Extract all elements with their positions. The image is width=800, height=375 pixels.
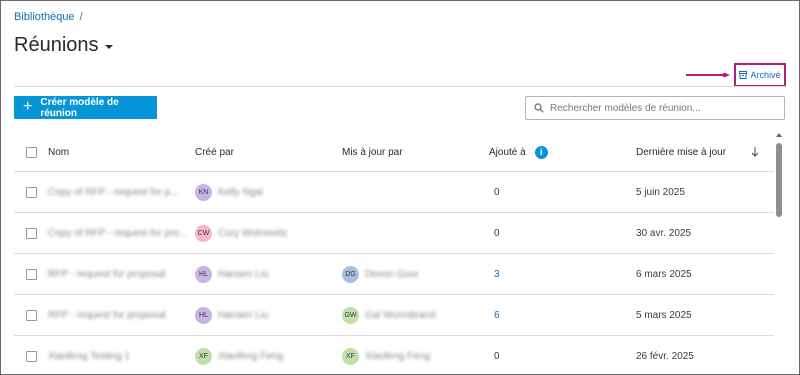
- page-title-dropdown[interactable]: Réunions: [14, 34, 113, 57]
- last-update-date: 26 févr. 2025: [636, 350, 694, 362]
- updated-by-cell: DG Devon Gour: [342, 254, 419, 294]
- row-checkbox[interactable]: [26, 309, 37, 321]
- created-by-cell: CW Cory Wolnewitz: [195, 213, 287, 253]
- create-meeting-template-button[interactable]: + Créer modèle de réunion: [14, 96, 157, 119]
- caret-down-icon: [104, 45, 113, 49]
- column-header-updated-by[interactable]: Mis à jour par: [342, 133, 403, 171]
- avatar: KN: [195, 183, 212, 201]
- scrollbar-thumb[interactable]: [776, 143, 782, 217]
- archive-icon: [739, 71, 748, 79]
- meeting-templates-table: Nom Créé par Mis à jour par Ajouté à i D…: [14, 133, 774, 375]
- template-name[interactable]: Copy of RFP - request for p...: [48, 172, 178, 212]
- creator-name: Cory Wolnewitz: [218, 227, 288, 239]
- updater-name: Gal Wurmbrand: [365, 309, 436, 321]
- creator-name: Xiaofeng Feng: [218, 350, 284, 362]
- annotation-arrow-icon: [686, 73, 730, 77]
- table-row[interactable]: RFP - request for proposal HL Hansen Liu GW…: [14, 295, 774, 336]
- sort-down-arrow-icon[interactable]: [751, 133, 759, 171]
- template-name[interactable]: Xiaofeng Testing 1: [48, 336, 130, 375]
- table-row[interactable]: RFP - request for proposal HL Hansen Liu DG…: [14, 254, 774, 295]
- search-icon: [534, 103, 544, 113]
- column-header-last-update[interactable]: Dernière mise à jour: [636, 133, 726, 171]
- creator-name: Hansen Liu: [218, 268, 269, 280]
- search-placeholder: Rechercher modèles de réunion...: [550, 102, 701, 114]
- added-to-count[interactable]: 6: [494, 295, 500, 335]
- template-name[interactable]: RFP - request for proposal: [48, 254, 166, 294]
- archive-label: Archivé: [750, 70, 781, 80]
- added-to-count[interactable]: 3: [494, 254, 500, 294]
- avatar: HL: [195, 306, 212, 324]
- template-name[interactable]: RFP - request for proposal: [48, 295, 166, 335]
- updated-by-cell: GW Gal Wurmbrand: [342, 295, 435, 335]
- row-checkbox[interactable]: [26, 350, 37, 362]
- last-update-date: 5 juin 2025: [636, 186, 685, 198]
- plus-icon: +: [23, 98, 33, 115]
- column-header-name[interactable]: Nom: [48, 133, 69, 171]
- avatar: GW: [342, 306, 359, 324]
- search-input[interactable]: Rechercher modèles de réunion...: [525, 96, 785, 120]
- table-row[interactable]: Copy of RFP - request for pro... CW Cory W…: [14, 213, 774, 254]
- created-by-cell: HL Hansen Liu: [195, 295, 269, 335]
- last-update-date: 5 mars 2025: [636, 309, 692, 321]
- page-title: Réunions: [14, 34, 99, 56]
- row-checkbox[interactable]: [26, 227, 37, 239]
- info-icon[interactable]: i: [534, 145, 548, 159]
- creator-name: Hansen Liu: [218, 309, 269, 321]
- avatar: HL: [195, 265, 212, 283]
- created-by-cell: KN Kelly Ngai: [195, 172, 263, 212]
- column-header-added-to-cell: Ajouté à i: [489, 133, 548, 171]
- archive-button[interactable]: Archivé: [734, 63, 786, 87]
- breadcrumb-separator: /: [79, 11, 83, 23]
- added-to-count: 0: [494, 350, 500, 362]
- row-checkbox[interactable]: [26, 268, 37, 280]
- select-all-checkbox[interactable]: [26, 146, 37, 158]
- avatar: XF: [342, 347, 359, 365]
- vertical-scrollbar[interactable]: [776, 133, 782, 375]
- column-header-created-by[interactable]: Créé par: [195, 133, 234, 171]
- table-header-row: Nom Créé par Mis à jour par Ajouté à i D…: [14, 133, 774, 172]
- table-row[interactable]: Copy of RFP - request for p... KN Kelly Ng…: [14, 172, 774, 213]
- row-checkbox[interactable]: [26, 186, 37, 198]
- column-header-added-to[interactable]: Ajouté à: [489, 147, 526, 158]
- breadcrumb-library-link[interactable]: Bibliothèque: [14, 11, 75, 23]
- template-name[interactable]: Copy of RFP - request for pro...: [48, 213, 187, 253]
- header-divider: [14, 86, 786, 87]
- breadcrumb: Bibliothèque /: [14, 11, 83, 23]
- created-by-cell: XF Xiaofeng Feng: [195, 336, 283, 375]
- added-to-count: 0: [494, 227, 500, 239]
- created-by-cell: HL Hansen Liu: [195, 254, 269, 294]
- avatar: DG: [342, 265, 359, 283]
- creator-name: Kelly Ngai: [218, 186, 264, 198]
- avatar: CW: [195, 224, 212, 242]
- updater-name: Xiaofeng Feng: [365, 350, 431, 362]
- table-body: Copy of RFP - request for p... KN Kelly Ng…: [14, 172, 774, 375]
- avatar: XF: [195, 347, 212, 365]
- scroll-up-arrow-icon[interactable]: [776, 133, 782, 137]
- added-to-count: 0: [494, 186, 500, 198]
- updater-name: Devon Gour: [365, 268, 419, 280]
- table-row[interactable]: Xiaofeng Testing 1 XF Xiaofeng Feng XF Xiaof…: [14, 336, 774, 375]
- create-button-label: Créer modèle de réunion: [40, 96, 119, 119]
- last-update-date: 30 avr. 2025: [636, 227, 692, 239]
- updated-by-cell: XF Xiaofeng Feng: [342, 336, 430, 375]
- last-update-date: 6 mars 2025: [636, 268, 692, 280]
